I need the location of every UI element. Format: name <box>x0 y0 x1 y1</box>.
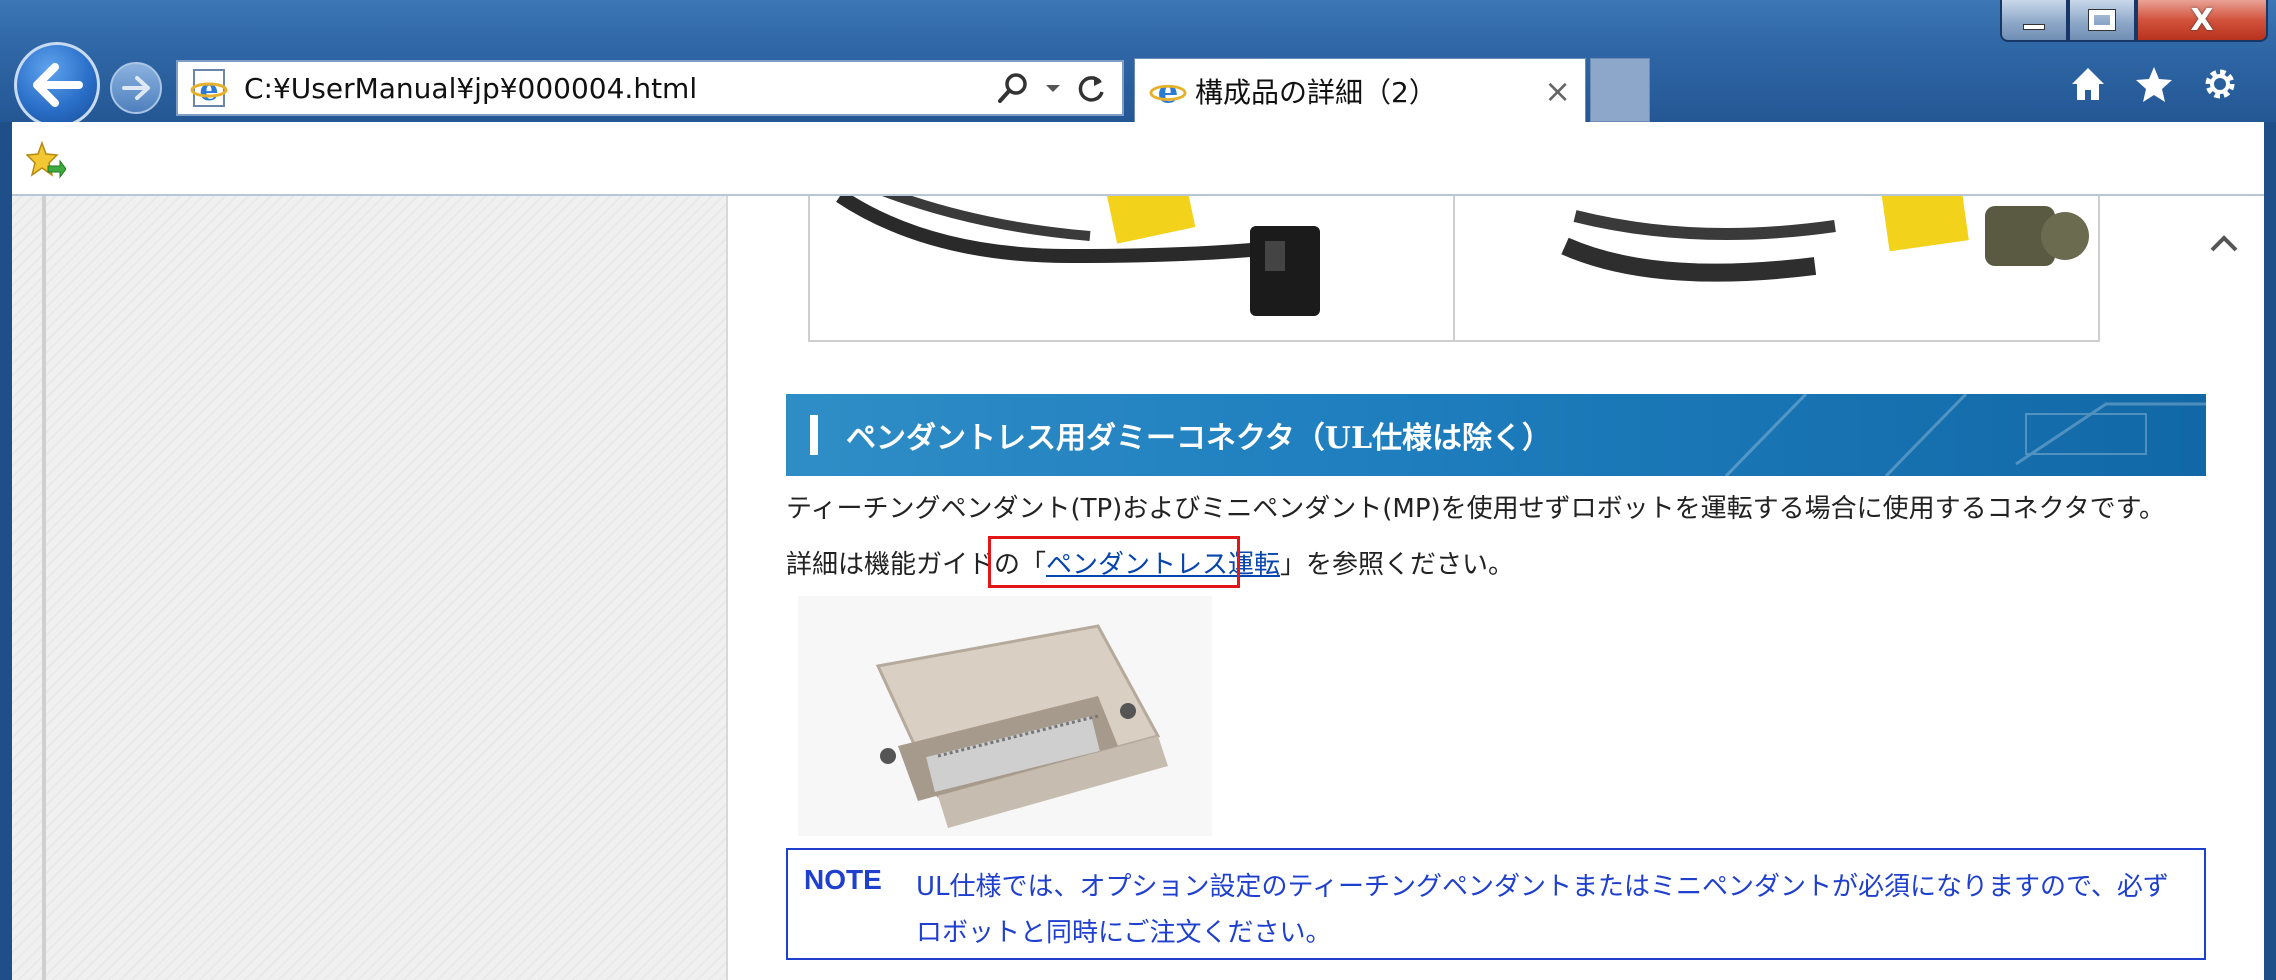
dropdown-chevron-icon[interactable] <box>1044 82 1062 94</box>
reference-suffix: 」を参照ください。 <box>1280 550 1515 580</box>
close-icon: X <box>2190 2 2214 38</box>
forward-arrow-icon <box>122 76 150 100</box>
tab-title: 構成品の詳細（2） <box>1195 75 1437 109</box>
maximize-button[interactable] <box>2068 0 2136 42</box>
header-decoration <box>1724 394 2206 476</box>
ie-tab-icon: e <box>1149 72 1187 110</box>
page-viewport: ペンダントレス用ダミーコネクタ（UL仕様は除く） ティーチングペンダント(TP)… <box>12 196 2264 980</box>
address-url[interactable]: C:¥UserManual¥jp¥000004.html <box>244 72 996 105</box>
description-paragraph: ティーチングペンダント(TP)およびミニペンダント(MP)を使用せずロボットを運… <box>786 494 2166 524</box>
back-button[interactable] <box>14 42 100 128</box>
tab-close-button[interactable]: × <box>1544 72 1571 110</box>
sidebar-edge <box>42 196 46 980</box>
note-label: NOTE <box>804 864 882 895</box>
add-favorite-icon[interactable] <box>26 140 66 180</box>
dummy-connector-image <box>798 596 1212 836</box>
search-icon[interactable] <box>996 71 1030 105</box>
gear-icon[interactable] <box>2200 64 2240 104</box>
section-header-bar <box>810 415 818 455</box>
address-bar[interactable]: e C:¥UserManual¥jp¥000004.html <box>176 60 1124 116</box>
cable-photo-right <box>1453 196 2098 340</box>
favorites-star-icon[interactable] <box>2134 64 2174 104</box>
cable-photo-table <box>808 196 2100 342</box>
refresh-icon[interactable] <box>1076 72 1106 104</box>
home-icon[interactable] <box>2068 64 2108 104</box>
maximize-icon <box>2088 9 2116 31</box>
section-title: ペンダントレス用ダミーコネクタ（UL仕様は除く） <box>846 421 1553 456</box>
window-controls: X <box>2000 0 2268 44</box>
note-text: UL仕様では、オプション設定のティーチングペンダントまたはミニペンダントが必須に… <box>916 872 2169 948</box>
minimize-icon <box>2023 24 2045 30</box>
ie-page-icon: e <box>190 69 228 108</box>
section-header: ペンダントレス用ダミーコネクタ（UL仕様は除く） <box>786 394 2206 476</box>
main-content: ペンダントレス用ダミーコネクタ（UL仕様は除く） ティーチングペンダント(TP)… <box>728 196 2208 980</box>
cable-image-left <box>836 196 1320 316</box>
note-box: NOTE UL仕様では、オプション設定のティーチングペンダントまたはミニペンダン… <box>786 848 2206 960</box>
cable-photo-left <box>810 196 1453 340</box>
cable-image-right <box>1561 196 2089 282</box>
browser-titlebar: X e C:¥UserManual¥jp¥000004.html e 構成品の詳… <box>0 0 2276 128</box>
toolbar-right <box>2068 64 2240 104</box>
new-tab-button[interactable] <box>1590 58 1650 122</box>
forward-button[interactable] <box>110 62 162 114</box>
sidebar-panel <box>12 196 728 980</box>
favorites-bar <box>12 122 2264 196</box>
scroll-up-icon[interactable] <box>2204 224 2244 264</box>
close-button[interactable]: X <box>2136 0 2268 42</box>
svg-text:e: e <box>199 73 218 108</box>
tab-active[interactable]: e 構成品の詳細（2） × <box>1134 58 1586 122</box>
back-arrow-icon <box>33 63 83 107</box>
svg-text:e: e <box>1158 72 1179 110</box>
link-highlight-box <box>988 536 1240 588</box>
minimize-button[interactable] <box>2000 0 2068 42</box>
